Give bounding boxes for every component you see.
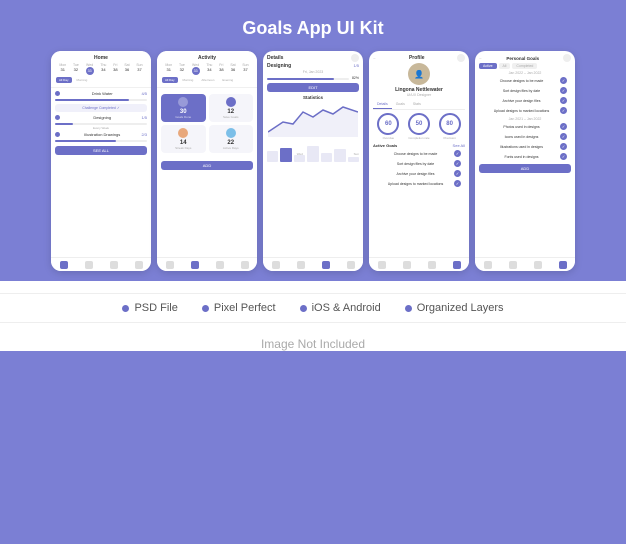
pg-add-button[interactable]: ADD bbox=[479, 164, 571, 173]
line-chart bbox=[268, 102, 358, 137]
features-row: PSD File Pixel Perfect iOS & Android Org… bbox=[122, 302, 503, 314]
phone-home-body: Drink Water 4/5 Challenge Completed ✓ De… bbox=[51, 88, 151, 158]
designing-count: 1/5 bbox=[353, 63, 359, 69]
feature-label-pixel: Pixel Perfect bbox=[214, 302, 276, 314]
tab-stats-icon-4[interactable] bbox=[403, 261, 411, 269]
feature-label-ios: iOS & Android bbox=[312, 302, 381, 314]
pg-tab-completed[interactable]: Completed bbox=[512, 63, 537, 69]
activity-card-active: 22 Active Days bbox=[209, 125, 254, 153]
tab-calendar-icon-2[interactable] bbox=[216, 261, 224, 269]
feature-dot-psd bbox=[122, 305, 129, 312]
image-not-included-label: Image Not Included bbox=[261, 337, 365, 351]
tab-home-icon-4[interactable] bbox=[378, 261, 386, 269]
bar-chart bbox=[267, 144, 359, 162]
details-phone-title: Details bbox=[267, 55, 283, 61]
pg-tab-active[interactable]: Active bbox=[479, 63, 497, 69]
tab-profile-icon-2[interactable] bbox=[241, 261, 249, 269]
details-bell-icon bbox=[351, 54, 359, 62]
profile-title: Profile bbox=[409, 55, 425, 61]
pg-tab-all[interactable]: All bbox=[499, 63, 511, 69]
phone-home: Home Mon31 Tue32 Wed33 Thu34 Fri38 Sat36… bbox=[51, 51, 151, 271]
active-goals-label: Active Goals bbox=[373, 143, 397, 148]
pg-date-1: Jan 2022 – Jan 2022 bbox=[475, 71, 575, 75]
feature-dot-layers bbox=[405, 305, 412, 312]
tab-goals-icon-5[interactable] bbox=[534, 261, 542, 269]
tab-home-icon[interactable] bbox=[60, 261, 68, 269]
feature-pixel: Pixel Perfect bbox=[202, 302, 276, 314]
pg-list-2: Photos used in designs Icons used in des… bbox=[475, 122, 575, 161]
top-section: Goals App UI Kit Home Mon31 Tue32 Wed33 … bbox=[0, 0, 626, 281]
pg-list-1: Choose designs to be made Sort design fi… bbox=[475, 76, 575, 115]
divider-2 bbox=[0, 322, 626, 323]
page-title: Goals App UI Kit bbox=[10, 18, 616, 39]
bottom-section: PSD File Pixel Perfect iOS & Android Org… bbox=[0, 281, 626, 351]
tab-home-icon-2[interactable] bbox=[166, 261, 174, 269]
stats-title: Statistics bbox=[263, 95, 363, 100]
progress-percent: 82% bbox=[352, 76, 359, 80]
personal-goal-tabs: Active All Completed bbox=[475, 63, 575, 69]
activity-grid: 30 Goals Done 12 Save Goals 14 Streak Da… bbox=[161, 94, 253, 153]
profile-goal-list: Choose designs to be made Sort design fi… bbox=[369, 149, 469, 188]
phone-personal-goals: ← Personal Goals Active All Completed Ja… bbox=[475, 51, 575, 271]
divider bbox=[0, 293, 626, 294]
phone-profile: ← Profile 👤 Lingona Nettlewater UI/UX De… bbox=[369, 51, 469, 271]
phone-home-title: Home bbox=[56, 55, 146, 61]
feature-layers: Organized Layers bbox=[405, 302, 504, 314]
tab-home-icon-5[interactable] bbox=[484, 261, 492, 269]
activity-card-streak: 14 Streak Days bbox=[161, 125, 206, 153]
tab-profile-icon-4[interactable] bbox=[453, 261, 461, 269]
tab-home-icon-3[interactable] bbox=[272, 261, 280, 269]
phones-strip: Home Mon31 Tue32 Wed33 Thu34 Fri38 Sat36… bbox=[10, 51, 616, 271]
activity-days-row: Mon31 Tue32 Wed33 Thu34 Fri38 Sat36 Sun3… bbox=[162, 63, 252, 75]
pg-back-arrow[interactable]: ← bbox=[479, 56, 483, 60]
see-all-link[interactable]: See All bbox=[453, 143, 465, 148]
edit-button[interactable]: EDIT bbox=[267, 83, 359, 92]
personal-goals-title: Personal Goals bbox=[506, 56, 539, 61]
tab-details-icon[interactable] bbox=[322, 261, 330, 269]
designing-label: Designing bbox=[267, 63, 291, 69]
tab-calendar-icon[interactable] bbox=[110, 261, 118, 269]
phone-details: Details Designing 1/5 Fri, Jan 2023 82% … bbox=[263, 51, 363, 271]
profile-role: UI/UX Designer bbox=[369, 93, 469, 97]
feature-label-layers: Organized Layers bbox=[417, 302, 504, 314]
chart-area bbox=[263, 102, 363, 152]
tab-stats-icon-5[interactable] bbox=[509, 261, 517, 269]
profile-tab-goals[interactable]: Goals bbox=[392, 100, 409, 109]
feature-dot-ios bbox=[300, 305, 307, 312]
feature-dot-pixel bbox=[202, 305, 209, 312]
back-arrow[interactable]: ← bbox=[373, 56, 377, 60]
tab-profile-icon-5[interactable] bbox=[559, 261, 567, 269]
tab-profile-icon-3[interactable] bbox=[347, 261, 355, 269]
pg-bell-icon bbox=[563, 54, 571, 62]
tab-profile-icon[interactable] bbox=[135, 261, 143, 269]
profile-tab-stats[interactable]: Stats bbox=[409, 100, 425, 109]
phone-activity-body: 30 Goals Done 12 Save Goals 14 Streak Da… bbox=[157, 88, 257, 173]
activity-add-button[interactable]: ADD bbox=[161, 161, 253, 170]
profile-tab-details[interactable]: Details bbox=[373, 100, 392, 109]
tab-stats-icon[interactable] bbox=[85, 261, 93, 269]
activity-card-goals-done: 30 Goals Done bbox=[161, 94, 206, 122]
phone-activity: Activity Mon31 Tue32 Wed33 Thu34 Fri38 S… bbox=[157, 51, 257, 271]
days-row: Mon31 Tue32 Wed33 Thu34 Fri38 Sat36 Sun3… bbox=[56, 63, 146, 75]
phone-activity-title: Activity bbox=[162, 55, 252, 61]
tab-goals-icon-4[interactable] bbox=[428, 261, 436, 269]
pg-date-2: Jan 2021 – Jan 2022 bbox=[475, 117, 575, 121]
feature-psd: PSD File bbox=[122, 302, 177, 314]
tab-activity-icon[interactable] bbox=[191, 261, 199, 269]
profile-avatar: 👤 bbox=[408, 63, 430, 85]
tab-stats-icon-3[interactable] bbox=[297, 261, 305, 269]
feature-label-psd: PSD File bbox=[134, 302, 177, 314]
activity-card-save-goals: 12 Save Goals bbox=[209, 94, 254, 122]
feature-ios: iOS & Android bbox=[300, 302, 381, 314]
profile-bell-icon bbox=[457, 54, 465, 62]
designing-date: Fri, Jan 2023 bbox=[267, 70, 359, 74]
profile-tabs: Details Goals Stats bbox=[373, 100, 465, 110]
see-all-button[interactable]: SEE ALL bbox=[55, 146, 147, 155]
circles-row: 60 Overdue 50 Completion rate 80 Precisi… bbox=[369, 110, 469, 143]
